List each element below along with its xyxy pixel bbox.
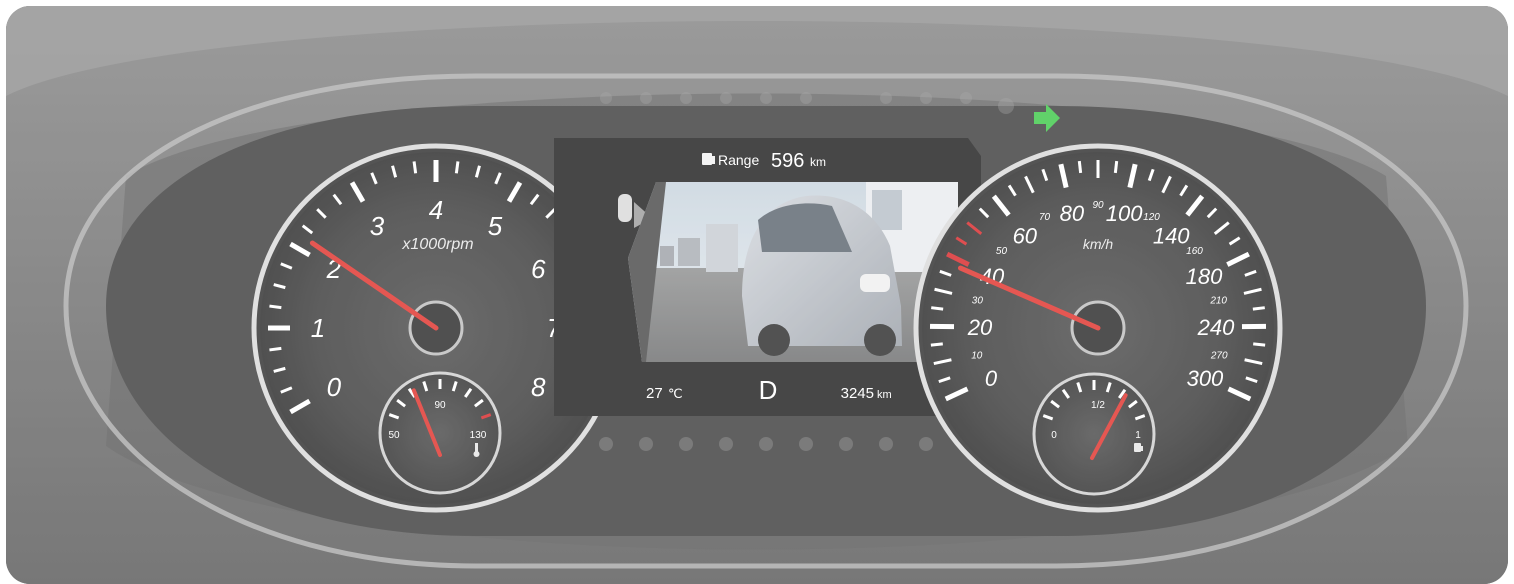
haze-overlay <box>6 6 1508 584</box>
dashboard-photo: 012345678 x1000rpm 50 90 130 Range 596 k… <box>6 6 1508 584</box>
instrument-cluster: 012345678 x1000rpm 50 90 130 Range 596 k… <box>6 6 1508 584</box>
